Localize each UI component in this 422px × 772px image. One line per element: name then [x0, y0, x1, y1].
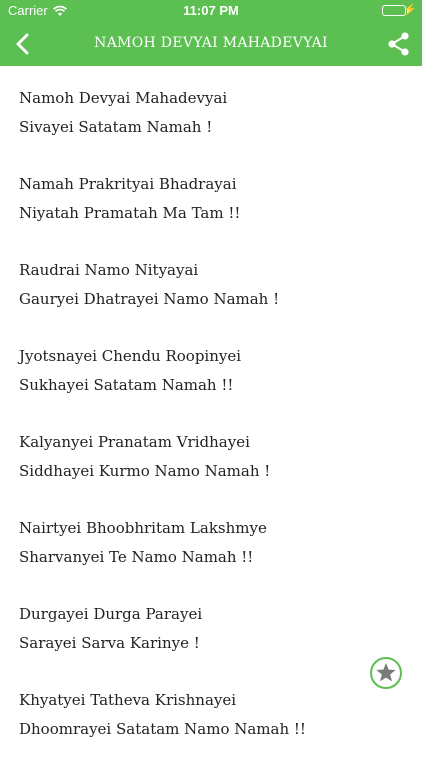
status-time: 11:07 PM: [183, 3, 239, 18]
star-icon: [376, 663, 396, 682]
status-bar: Carrier 11:07 PM ⚡: [0, 0, 422, 22]
verse-line: Jyotsnayei Chendu Roopinyei: [19, 347, 242, 365]
stanza: Raudrai Namo Nityayai Gauryei Dhatrayei …: [19, 256, 409, 313]
share-button[interactable]: [386, 30, 412, 58]
verse-line: Raudrai Namo Nityayai: [19, 261, 199, 279]
verse-line: Siddhayei Kurmo Namo Namah !: [19, 461, 271, 480]
verse-line: Sharvanyei Te Namo Namah !!: [19, 547, 254, 566]
verse-line: Sarayei Sarva Karinye !: [19, 633, 200, 652]
stanza: Namah Prakrityai Bhadrayai Niyatah Prama…: [19, 170, 409, 227]
verse-line: Namoh Devyai Mahadevyai: [19, 89, 228, 107]
mantra-content: Namoh Devyai Mahadevyai Sivayei Satatam …: [19, 84, 409, 772]
charging-icon: ⚡: [403, 4, 417, 16]
stanza: Jyotsnayei Chendu Roopinyei Sukhayei Sat…: [19, 342, 409, 399]
stanza: Kalyanyei Pranatam Vridhayei Siddhayei K…: [19, 428, 409, 485]
stanza: Khyatyei Tatheva Krishnayei Dhoomrayei S…: [19, 686, 409, 743]
favorite-button[interactable]: [370, 657, 402, 689]
verse-line: Gauryei Dhatrayei Namo Namah !: [19, 289, 280, 308]
stanza: Nairtyei Bhoobhritam Lakshmye Sharvanyei…: [19, 514, 409, 571]
verse-line: Khyatyei Tatheva Krishnayei: [19, 691, 237, 709]
nav-bar: NAMOH DEVYAI MAHADEVYAI: [0, 22, 422, 66]
verse-line: Sivayei Satatam Namah !: [19, 117, 213, 136]
verse-line: Sukhayei Satatam Namah !!: [19, 375, 234, 394]
verse-line: Niyatah Pramatah Ma Tam !!: [19, 203, 241, 222]
verse-line: Nairtyei Bhoobhritam Lakshmye: [19, 519, 267, 537]
verse-line: Durgayei Durga Parayei: [19, 605, 203, 623]
verse-line: Kalyanyei Pranatam Vridhayei: [19, 433, 250, 451]
verse-line: Namah Prakrityai Bhadrayai: [19, 175, 237, 193]
stanza: Namoh Devyai Mahadevyai Sivayei Satatam …: [19, 84, 409, 141]
stanza: Durgayei Durga Parayei Sarayei Sarva Kar…: [19, 600, 409, 657]
page-title: NAMOH DEVYAI MAHADEVYAI: [94, 35, 328, 51]
verse-line: Dhoomrayei Satatam Namo Namah !!: [19, 719, 306, 738]
back-button[interactable]: [8, 28, 40, 60]
